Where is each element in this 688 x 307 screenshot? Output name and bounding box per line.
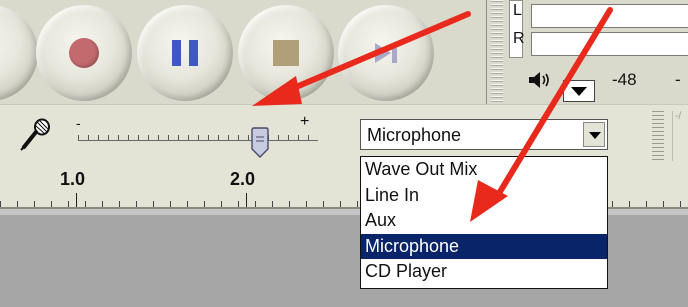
pause-icon: [172, 40, 198, 66]
meter-tick-label: -: [675, 70, 681, 89]
meter-toolbar: L R -48 -: [486, 0, 688, 104]
toolbar-grip[interactable]: [652, 111, 664, 161]
ruler-label: 1.0: [60, 169, 86, 189]
stop-button[interactable]: [238, 5, 334, 101]
meter-right-label: R: [513, 30, 525, 47]
dropdown-option[interactable]: Line In: [361, 183, 607, 209]
dropdown-option[interactable]: Aux: [361, 208, 607, 234]
meter-tick-label: -48: [612, 70, 637, 89]
record-icon: [69, 38, 99, 68]
ruler-major-tick: [76, 193, 77, 207]
next-toolbar-partial: -/: [672, 111, 688, 161]
input-source-select[interactable]: Microphone: [360, 119, 608, 150]
partial-left-button[interactable]: [0, 5, 38, 101]
microphone-icon: [20, 118, 50, 151]
meter-grip[interactable]: [491, 0, 503, 104]
slider-max-label: +: [300, 113, 310, 130]
pause-button[interactable]: [137, 5, 233, 101]
meter-right-bar: [531, 32, 688, 56]
audacity-window: p L R -48 -: [0, 0, 688, 307]
skip-end-icon: [375, 43, 397, 63]
chevron-down-icon[interactable]: [583, 122, 605, 147]
slider-min-label: -: [76, 115, 81, 131]
dropdown-option[interactable]: CD Player: [361, 259, 607, 285]
input-volume-slider[interactable]: [78, 140, 318, 141]
ruler-label: 2.0: [230, 169, 256, 189]
dropdown-option[interactable]: Wave Out Mix: [361, 157, 607, 183]
ruler-major-tick: [246, 193, 247, 207]
meter-options-dropdown[interactable]: [563, 80, 595, 102]
input-source-value: Microphone: [367, 125, 462, 145]
speaker-icon: [529, 72, 549, 88]
record-button[interactable]: [36, 5, 132, 101]
dropdown-option-selected[interactable]: Microphone: [361, 233, 607, 259]
slider-thumb[interactable]: [250, 127, 270, 159]
meter-left-bar: [531, 4, 688, 28]
meter-left-label: L: [513, 2, 522, 19]
stop-icon: [273, 40, 299, 66]
input-source-dropdown-list: Wave Out Mix Line In Aux Microphone CD P…: [360, 156, 608, 289]
skip-end-button[interactable]: [338, 5, 434, 101]
transport-toolbar: [0, 0, 486, 104]
